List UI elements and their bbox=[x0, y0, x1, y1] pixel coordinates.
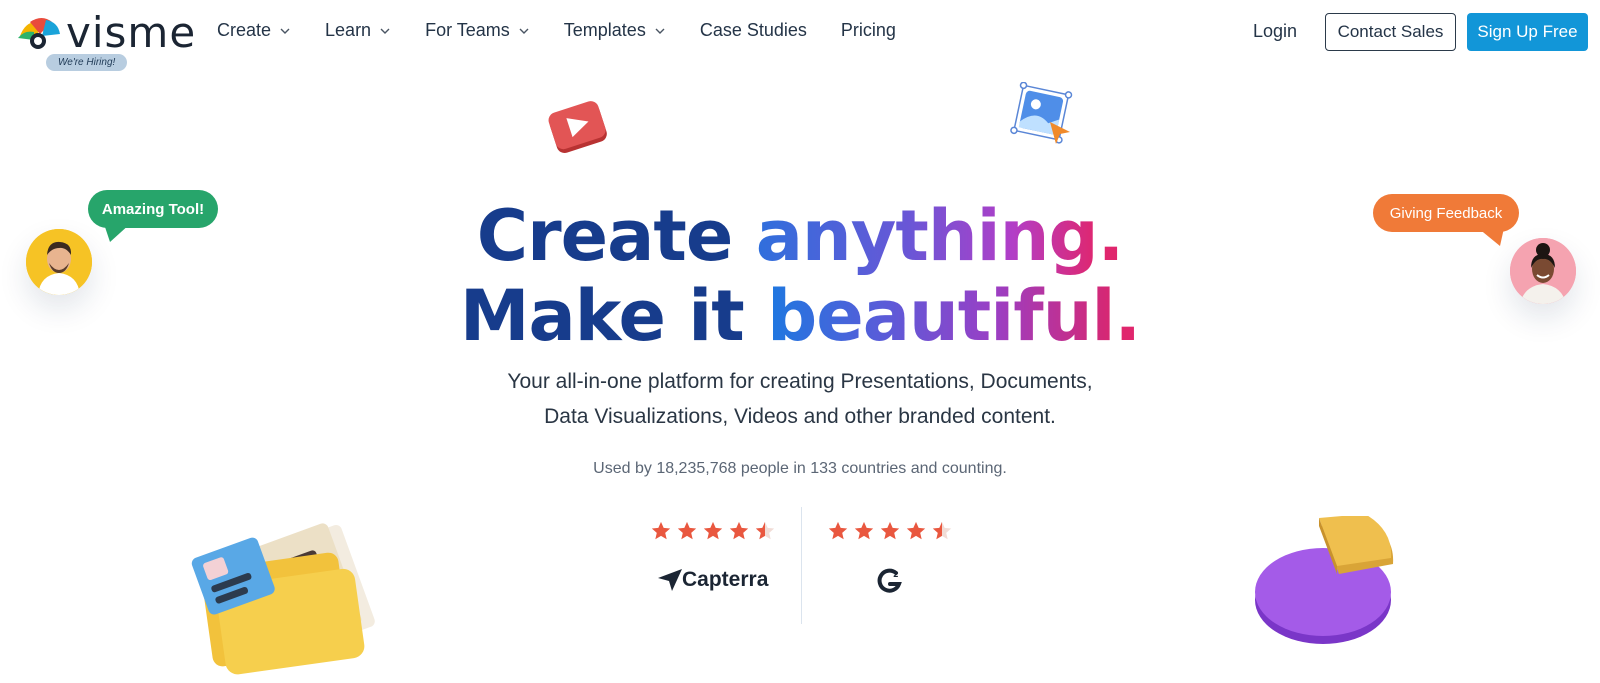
nav-create-label: Create bbox=[217, 20, 272, 40]
visme-logo-icon bbox=[18, 18, 60, 49]
star-icon bbox=[880, 521, 900, 540]
main-nav: Create Learn For Teams Templates Case St… bbox=[217, 20, 930, 41]
star-icon bbox=[828, 521, 848, 540]
chevron-down-icon bbox=[280, 28, 290, 34]
documents-folder-icon bbox=[191, 523, 375, 675]
half-star-icon bbox=[932, 521, 952, 540]
g2-logo-icon: 2 bbox=[877, 568, 902, 593]
visme-logo[interactable]: visme We're Hiring! bbox=[16, 8, 195, 72]
star-icon bbox=[729, 521, 749, 540]
nav-create[interactable]: Create bbox=[217, 20, 291, 41]
usage-stats: Used by 18,235,768 people in 133 countri… bbox=[593, 460, 1007, 477]
star-icon bbox=[906, 521, 926, 540]
ratings-divider bbox=[801, 507, 802, 624]
nav-learn-label: Learn bbox=[325, 20, 372, 40]
hiring-badge[interactable]: We're Hiring! bbox=[46, 54, 128, 71]
brand-name: visme bbox=[66, 8, 197, 57]
video-play-icon bbox=[548, 101, 607, 153]
hero-subtitle: Your all-in-one platform for creating Pr… bbox=[400, 364, 1200, 434]
image-select-icon bbox=[1010, 82, 1073, 144]
half-star-icon bbox=[755, 521, 775, 540]
star-icon bbox=[854, 521, 874, 540]
nav-for-teams-label: For Teams bbox=[425, 20, 510, 40]
headline-beautiful: beautiful bbox=[767, 275, 1115, 357]
chevron-down-icon bbox=[380, 28, 390, 34]
nav-case-studies-label: Case Studies bbox=[699, 20, 807, 40]
capterra-arrow-icon bbox=[658, 569, 682, 591]
capterra-logo: Capterra bbox=[658, 568, 768, 592]
nav-templates-label: Templates bbox=[563, 20, 646, 40]
hero-headline-line1: Create anything. bbox=[0, 196, 1600, 276]
nav-pricing-label: Pricing bbox=[840, 20, 896, 40]
hero-subtitle-line2: Data Visualizations, Videos and other br… bbox=[544, 405, 1056, 428]
headline-make-it: Make it bbox=[459, 275, 745, 357]
headline-anything: anything bbox=[755, 195, 1099, 277]
svg-text:2: 2 bbox=[893, 570, 899, 579]
nav-for-teams[interactable]: For Teams bbox=[425, 20, 530, 41]
site-header: visme We're Hiring! Create Learn For Tea… bbox=[0, 0, 1600, 72]
headline-period-1: . bbox=[1097, 195, 1125, 277]
capterra-stars bbox=[633, 520, 793, 544]
nav-learn[interactable]: Learn bbox=[325, 20, 391, 41]
contact-sales-button[interactable]: Contact Sales bbox=[1325, 13, 1456, 51]
capterra-logo-text: Capterra bbox=[682, 568, 769, 591]
g2-stars bbox=[810, 520, 970, 544]
headline-create: Create bbox=[476, 195, 734, 277]
sign-up-button[interactable]: Sign Up Free bbox=[1467, 13, 1588, 51]
hero-headline-line2: Make it beautiful. bbox=[0, 276, 1600, 356]
star-icon bbox=[677, 521, 697, 540]
headline-period-2: . bbox=[1114, 275, 1142, 357]
nav-templates[interactable]: Templates bbox=[564, 20, 666, 41]
nav-case-studies[interactable]: Case Studies bbox=[700, 20, 807, 41]
chevron-down-icon bbox=[519, 28, 529, 34]
g2-rating[interactable] bbox=[810, 520, 970, 544]
nav-pricing[interactable]: Pricing bbox=[841, 20, 896, 41]
hero-subtitle-line1: Your all-in-one platform for creating Pr… bbox=[507, 370, 1093, 393]
chevron-down-icon bbox=[655, 28, 665, 34]
login-link[interactable]: Login bbox=[1253, 21, 1297, 42]
pie-chart-3d-icon bbox=[1255, 516, 1394, 644]
star-icon bbox=[651, 521, 671, 540]
star-icon bbox=[703, 521, 723, 540]
capterra-rating[interactable] bbox=[633, 520, 793, 544]
